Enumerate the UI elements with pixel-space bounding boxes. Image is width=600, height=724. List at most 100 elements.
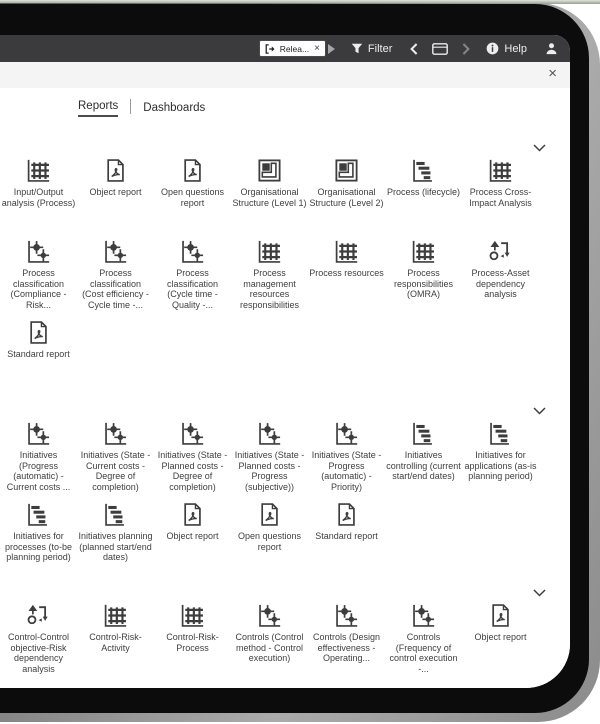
- report-item-label: Open questions report: [160, 187, 225, 208]
- windows-button[interactable]: [432, 43, 448, 55]
- gantt-icon: [410, 420, 437, 447]
- section-collapse-button[interactable]: [533, 144, 546, 152]
- scatter-icon: [256, 420, 283, 447]
- report-item-label: Control-Risk-Process: [166, 632, 219, 653]
- report-item[interactable]: Organisational Structure (Level 1): [231, 157, 308, 238]
- scatter-icon: [333, 420, 360, 447]
- report-item[interactable]: Process-Asset dependency analysis: [462, 238, 539, 319]
- report-item[interactable]: Process classification (Cycle time - Qua…: [154, 238, 231, 319]
- grid-chart-icon: [487, 157, 514, 184]
- section-header: [0, 139, 570, 157]
- release-tab-label: Relea...: [279, 43, 310, 54]
- report-item-label: Process-Asset dependency analysis: [471, 268, 530, 299]
- report-item-label: Process (lifecycle): [386, 187, 460, 197]
- scatter-icon: [179, 420, 206, 447]
- section-header: [0, 584, 570, 602]
- report-item[interactable]: Control-Risk-Activity: [77, 602, 154, 683]
- report-item[interactable]: Open questions report: [154, 157, 231, 238]
- report-item[interactable]: Initiatives controlling (current start/e…: [385, 420, 462, 501]
- report-item[interactable]: Controls (Control method - Control execu…: [231, 602, 308, 683]
- pdf-icon: [256, 501, 283, 528]
- pdf-icon: [487, 602, 514, 629]
- help-button[interactable]: Help: [486, 42, 527, 55]
- section-initiative-reports: Initiatives (Progress (automatic) - Curr…: [0, 402, 570, 582]
- report-item-label: Object report: [474, 632, 527, 642]
- report-item[interactable]: Input/Output analysis (Process): [0, 157, 77, 238]
- gantt-icon: [102, 501, 129, 528]
- report-item[interactable]: Controls (Design effectiveness - Operati…: [308, 602, 385, 683]
- scatter-icon: [333, 602, 360, 629]
- tab-arrow-icon: [327, 43, 335, 54]
- report-item[interactable]: Object report: [154, 501, 231, 582]
- tab-dashboards[interactable]: Dashboards: [143, 102, 205, 117]
- report-item[interactable]: Initiatives planning (planned start/end …: [77, 501, 154, 582]
- help-label: Help: [504, 42, 527, 55]
- report-item-label: Controls (Frequency of control execution…: [389, 632, 458, 674]
- app-screen: Relea... × Filter Help × Reports Dashboar…: [0, 35, 570, 688]
- report-item[interactable]: Process resources: [308, 238, 385, 319]
- report-item[interactable]: Control-Control objective-Risk dependenc…: [0, 602, 77, 683]
- report-item-label: Process classification (Cycle time - Qua…: [166, 268, 219, 310]
- release-tab[interactable]: Relea... ×: [258, 40, 326, 57]
- filter-button[interactable]: Filter: [351, 43, 392, 55]
- section-control-reports: Control-Control objective-Risk dependenc…: [0, 584, 570, 683]
- report-item-label: Initiatives (Progress (automatic) - Curr…: [6, 450, 71, 492]
- scatter-icon: [410, 602, 437, 629]
- report-item[interactable]: Process (lifecycle): [385, 157, 462, 238]
- chevron-down-icon: [533, 144, 546, 152]
- report-item[interactable]: Initiatives (Progress (automatic) - Curr…: [0, 420, 77, 501]
- gantt-icon: [487, 420, 514, 447]
- report-item[interactable]: Process responsibilities (OMRA): [385, 238, 462, 319]
- panel-close-button[interactable]: ×: [548, 65, 557, 83]
- report-item-label: Control-Risk-Activity: [89, 632, 142, 653]
- chevron-down-icon: [533, 407, 546, 415]
- report-item-label: Initiatives controlling (current start/e…: [386, 450, 461, 481]
- tab-divider: [130, 98, 132, 114]
- report-item[interactable]: Process classification (Cost efficiency …: [77, 238, 154, 319]
- pdf-icon: [333, 501, 360, 528]
- nav-forward-button[interactable]: [462, 43, 470, 55]
- pdf-icon: [179, 157, 206, 184]
- report-item[interactable]: Initiatives (State - Planned costs - Pro…: [231, 420, 308, 501]
- report-item[interactable]: Initiatives for applications (as-is plan…: [462, 420, 539, 501]
- report-item[interactable]: Control-Risk-Process: [154, 602, 231, 683]
- pdf-icon: [179, 501, 206, 528]
- report-item-label: Initiatives (State - Planned costs - Deg…: [157, 450, 228, 492]
- report-item-label: Process classification (Cost efficiency …: [82, 268, 149, 310]
- report-item[interactable]: Initiatives (State - Progress (automatic…: [308, 420, 385, 501]
- report-item[interactable]: Object report: [77, 157, 154, 238]
- report-item[interactable]: Process classification (Compliance - Ris…: [0, 238, 77, 319]
- scatter-icon: [25, 420, 52, 447]
- panel-header: ×: [0, 62, 570, 88]
- report-item[interactable]: Initiatives for processes (to-be plannin…: [0, 501, 77, 582]
- report-item-label: Organisational Structure (Level 2): [309, 187, 384, 208]
- user-menu-button[interactable]: [545, 42, 558, 55]
- section-collapse-button[interactable]: [533, 589, 546, 597]
- section-collapse-button[interactable]: [533, 407, 546, 415]
- tab-reports[interactable]: Reports: [78, 100, 119, 117]
- tab-close-button[interactable]: ×: [314, 43, 320, 54]
- report-item[interactable]: Standard report: [308, 501, 385, 582]
- report-item-label: Controls (Design effectiveness - Operati…: [312, 632, 381, 663]
- nav-back-button[interactable]: [410, 43, 418, 55]
- report-item[interactable]: Object report: [462, 602, 539, 683]
- report-item-label: Controls (Control method - Control execu…: [235, 632, 304, 663]
- grid-chart-icon: [25, 157, 52, 184]
- report-item[interactable]: Process Cross-Impact Analysis: [462, 157, 539, 238]
- report-item[interactable]: Organisational Structure (Level 2): [308, 157, 385, 238]
- sections: Input/Output analysis (Process) Object re…: [0, 139, 570, 683]
- report-item-label: Open questions report: [237, 531, 302, 552]
- report-item[interactable]: Standard report: [0, 319, 77, 400]
- report-item[interactable]: Controls (Frequency of control execution…: [385, 602, 462, 683]
- report-item-label: Initiatives planning (planned start/end …: [78, 531, 153, 562]
- report-item[interactable]: Initiatives (State - Current costs - Deg…: [77, 420, 154, 501]
- dependency-icon: [25, 602, 52, 629]
- report-item[interactable]: Open questions report: [231, 501, 308, 582]
- report-item-label: Object report: [89, 187, 142, 197]
- org-structure-icon: [333, 157, 360, 184]
- report-item[interactable]: Initiatives (State - Planned costs - Deg…: [154, 420, 231, 501]
- report-item-label: Control-Control objective-Risk dependenc…: [7, 632, 70, 674]
- report-item[interactable]: Process management resources responsibil…: [231, 238, 308, 319]
- scatter-icon: [102, 420, 129, 447]
- report-grid: Control-Control objective-Risk dependenc…: [0, 602, 570, 683]
